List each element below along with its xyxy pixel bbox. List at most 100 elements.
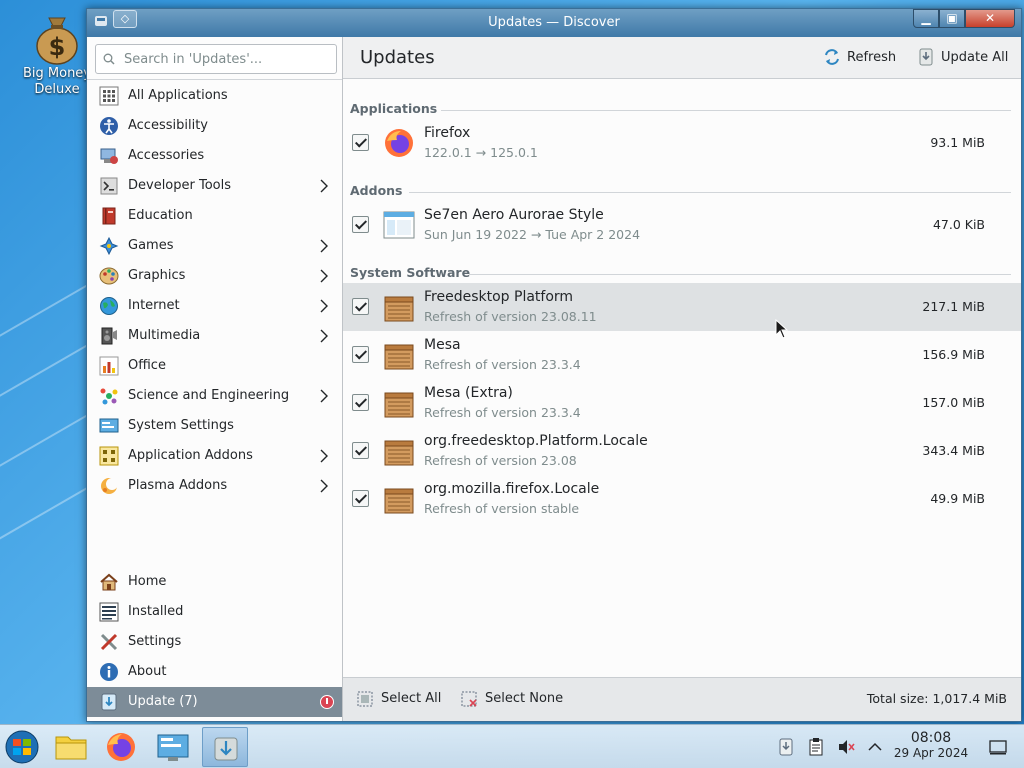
update-all-icon (917, 48, 935, 66)
update-row-se7en-aero[interactable]: Se7en Aero Aurorae Style Sun Jun 19 2022… (343, 201, 1021, 249)
sidebar-item-label: Application Addons (128, 448, 253, 463)
package-size: 47.0 KiB (932, 217, 985, 232)
sidebar-item-all-applications[interactable]: All Applications (87, 81, 342, 111)
update-row-firefox[interactable]: Firefox 122.0.1 → 125.0.1 93.1 MiB (343, 119, 1021, 167)
select-none-label: Select None (485, 691, 564, 706)
clock[interactable]: 08:08 29 Apr 2024 (888, 730, 974, 760)
package-name: Se7en Aero Aurorae Style (424, 207, 604, 223)
package-size: 156.9 MiB (922, 347, 985, 362)
sidebar-item-label: Internet (128, 298, 180, 313)
sidebar-item-multimedia[interactable]: Multimedia (87, 321, 342, 351)
nav-label: Settings (128, 634, 182, 649)
graphics-icon (99, 266, 119, 286)
multimedia-icon (99, 326, 119, 346)
package-version: 122.0.1 → 125.0.1 (424, 145, 538, 160)
update-checkbox[interactable] (352, 298, 369, 315)
clipboard-icon[interactable] (806, 737, 826, 757)
update-row-firefox-locale[interactable]: org.mozilla.firefox.Locale Refresh of ve… (343, 475, 1021, 523)
sidebar-item-science[interactable]: Science and Engineering (87, 381, 342, 411)
chevron-right-icon (316, 238, 332, 254)
sidebar-item-education[interactable]: Education (87, 201, 342, 231)
system-settings-icon (99, 416, 119, 436)
desktop-icon-big-money[interactable]: $ Big Money Deluxe (20, 12, 94, 98)
update-row-platform-locale[interactable]: org.freedesktop.Platform.Locale Refresh … (343, 427, 1021, 475)
desktop-icon-label: Big Money Deluxe (22, 66, 91, 97)
sidebar-item-developer-tools[interactable]: Developer Tools (87, 171, 342, 201)
sidebar-item-internet[interactable]: Internet (87, 291, 342, 321)
system-settings-taskbar-icon[interactable] (150, 727, 196, 767)
minimize-button[interactable]: ▁ (913, 9, 939, 28)
select-none-button[interactable]: Select None (461, 690, 563, 710)
start-button[interactable] (0, 727, 46, 767)
update-checkbox[interactable] (352, 442, 369, 459)
nav-about[interactable]: About (87, 657, 342, 687)
update-all-label: Update All (941, 50, 1009, 65)
update-checkbox[interactable] (352, 346, 369, 363)
sidebar: All Applications Accessibility Accessori… (87, 37, 343, 721)
section-title: Addons (350, 183, 403, 198)
page-title: Updates (360, 47, 435, 68)
sidebar-item-label: Plasma Addons (128, 478, 228, 493)
update-row-freedesktop-platform[interactable]: Freedesktop Platform Refresh of version … (343, 283, 1021, 331)
update-row-mesa-extra[interactable]: Mesa (Extra) Refresh of version 23.3.4 1… (343, 379, 1021, 427)
update-checkbox[interactable] (352, 134, 369, 151)
package-name: Mesa (424, 337, 461, 353)
nav-update[interactable]: Update (7) (87, 687, 342, 717)
chevron-right-icon (316, 178, 332, 194)
update-checkbox[interactable] (352, 394, 369, 411)
update-checkbox[interactable] (352, 490, 369, 507)
title-bar[interactable]: ◇ Updates — Discover ▁ ▣ ✕ (87, 9, 1021, 37)
sidebar-item-label: Office (128, 358, 166, 373)
sidebar-item-accessibility[interactable]: Accessibility (87, 111, 342, 141)
select-none-icon (461, 691, 477, 707)
sidebar-item-plasma-addons[interactable]: Plasma Addons (87, 471, 342, 501)
updates-footer: Select All Select None Total size: 1,017… (343, 677, 1021, 721)
chevron-right-icon (316, 478, 332, 494)
chevron-right-icon (316, 298, 332, 314)
update-icon (99, 692, 119, 712)
package-version: Sun Jun 19 2022 → Tue Apr 2 2024 (424, 227, 641, 242)
refresh-button[interactable]: Refresh (823, 47, 903, 69)
discover-taskbar-icon[interactable] (202, 727, 248, 767)
nav-home[interactable]: Home (87, 567, 342, 597)
sidebar-item-application-addons[interactable]: Application Addons (87, 441, 342, 471)
category-list: All Applications Accessibility Accessori… (87, 81, 342, 501)
nav-settings[interactable]: Settings (87, 627, 342, 657)
refresh-icon (823, 48, 841, 66)
sidebar-item-games[interactable]: Games (87, 231, 342, 261)
maximize-button[interactable]: ▣ (939, 9, 965, 28)
update-checkbox[interactable] (352, 216, 369, 233)
package-box-icon (383, 483, 415, 515)
sidebar-item-system-settings[interactable]: System Settings (87, 411, 342, 441)
show-desktop-icon[interactable] (988, 737, 1008, 757)
sidebar-item-office[interactable]: Office (87, 351, 342, 381)
section-divider (409, 192, 1011, 193)
search-input[interactable] (122, 49, 332, 69)
section-header-system-software: System Software (343, 259, 1021, 283)
volume-muted-icon[interactable] (836, 737, 856, 757)
package-name: org.freedesktop.Platform.Locale (424, 433, 648, 449)
update-row-mesa[interactable]: Mesa Refresh of version 23.3.4 156.9 MiB (343, 331, 1021, 379)
sidebar-item-label: All Applications (128, 88, 228, 103)
sidebar-item-label: Education (128, 208, 193, 223)
chevron-right-icon (316, 268, 332, 284)
sidebar-item-label: Developer Tools (128, 178, 232, 193)
money-bag-icon: $ (32, 12, 82, 66)
search-icon (103, 53, 115, 65)
update-notifier-icon[interactable] (776, 737, 796, 757)
select-all-button[interactable]: Select All (357, 690, 443, 710)
chevron-up-icon[interactable] (865, 737, 885, 757)
firefox-taskbar-icon[interactable] (98, 727, 144, 767)
plasma-icon (99, 476, 119, 496)
nav-installed[interactable]: Installed (87, 597, 342, 627)
chevron-right-icon (316, 388, 332, 404)
file-manager-taskbar-icon[interactable] (48, 727, 94, 767)
sidebar-item-accessories[interactable]: Accessories (87, 141, 342, 171)
accessories-icon (99, 146, 119, 166)
close-button[interactable]: ✕ (965, 9, 1015, 28)
nav-label: About (128, 664, 167, 679)
search-box[interactable] (95, 44, 337, 74)
sidebar-item-graphics[interactable]: Graphics (87, 261, 342, 291)
update-all-button[interactable]: Update All (917, 47, 1017, 69)
window-theme-icon (383, 209, 415, 241)
